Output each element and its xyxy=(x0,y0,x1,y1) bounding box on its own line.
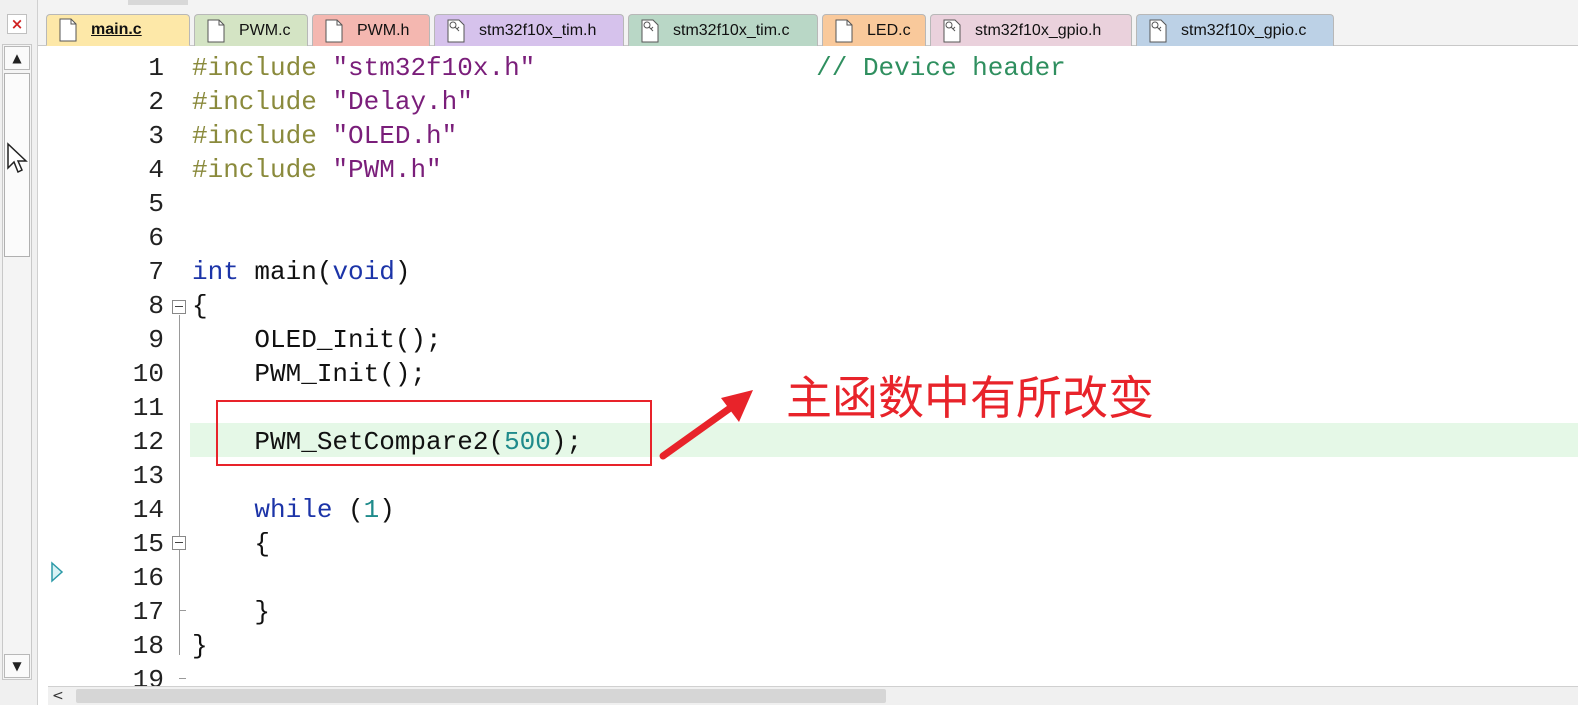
punctuation: ) xyxy=(379,495,395,525)
fold-end-marker xyxy=(179,678,186,679)
tab-led-c[interactable]: LED.c xyxy=(822,14,926,46)
mouse-cursor-icon xyxy=(7,142,28,174)
string-token: "PWM.h" xyxy=(332,155,442,185)
code-line: #include "PWM.h" xyxy=(192,155,442,185)
tab-bar-divider xyxy=(128,0,188,5)
scroll-up-button[interactable]: ▲ xyxy=(4,46,30,70)
type-keyword: void xyxy=(332,257,395,287)
comment-token: // Device header xyxy=(816,53,1066,83)
code-line: } xyxy=(192,631,208,661)
string-token: "stm32f10x.h" xyxy=(332,53,536,83)
preprocessor-token: #include xyxy=(192,87,333,117)
string-token: "OLED.h" xyxy=(332,121,458,151)
line-number: 14 xyxy=(132,495,164,525)
line-number: 5 xyxy=(148,189,164,219)
function-name: main( xyxy=(238,257,333,287)
tab-stm32f10x-tim-c[interactable]: stm32f10x_tim.c xyxy=(628,14,818,46)
number-literal: 1 xyxy=(363,495,380,525)
line-number: 3 xyxy=(148,121,164,151)
line-number: 15 xyxy=(132,529,164,559)
annotation-text: 主函数中有所改变 xyxy=(786,371,1154,425)
line-number: 1 xyxy=(148,53,164,83)
tab-label: stm32f10x_tim.c xyxy=(673,21,790,39)
code-line: #include "stm32f10x.h" // Device header xyxy=(192,53,1066,83)
close-panel-button[interactable]: × xyxy=(7,14,27,34)
line-number: 19 xyxy=(132,665,164,687)
line-number: 12 xyxy=(132,427,164,457)
project-panel-strip: × ▲ ▼ xyxy=(0,0,38,705)
file-icon xyxy=(59,18,77,42)
fold-toggle-main[interactable] xyxy=(172,300,186,314)
code-line: while (1) xyxy=(192,495,395,525)
fold-guide xyxy=(179,315,180,655)
line-number: 11 xyxy=(132,393,164,423)
line-number: 17 xyxy=(132,597,164,627)
tab-label: main.c xyxy=(91,21,142,38)
code-line: int main(void) xyxy=(192,257,410,287)
tab-label: LED.c xyxy=(867,21,911,39)
tab-main-c[interactable]: main.c xyxy=(46,14,190,46)
line-number: 7 xyxy=(148,257,164,287)
tab-label: stm32f10x_gpio.c xyxy=(1181,21,1307,39)
tab-label: PWM.h xyxy=(357,21,410,39)
code-line: #include "OLED.h" xyxy=(192,121,457,151)
scroll-down-button[interactable]: ▼ xyxy=(4,654,30,678)
preprocessor-token: #include xyxy=(192,53,333,83)
tab-pwm-h[interactable]: PWM.h xyxy=(312,14,430,46)
preprocessor-token: #include xyxy=(192,155,333,185)
tab-label: stm32f10x_gpio.h xyxy=(975,21,1102,39)
key-file-icon xyxy=(1149,19,1167,42)
tab-stm32f10x-gpio-c[interactable]: stm32f10x_gpio.c xyxy=(1136,14,1334,46)
line-number: 8 xyxy=(148,291,164,321)
line-number: 13 xyxy=(132,461,164,491)
key-file-icon xyxy=(641,19,659,42)
key-file-icon xyxy=(943,19,961,42)
line-number: 16 xyxy=(132,563,164,593)
current-position-marker-icon xyxy=(51,561,64,583)
line-number: 10 xyxy=(132,359,164,389)
fold-end-marker xyxy=(179,610,186,611)
tab-stm32f10x-gpio-h[interactable]: stm32f10x_gpio.h xyxy=(930,14,1132,46)
line-number: 4 xyxy=(148,155,164,185)
preprocessor-token: #include xyxy=(192,121,333,151)
key-file-icon xyxy=(447,19,465,42)
code-line: { xyxy=(192,291,208,321)
string-token: "Delay.h" xyxy=(332,87,473,117)
code-line: PWM_Init(); xyxy=(192,359,427,389)
line-number: 2 xyxy=(148,87,164,117)
line-number: 6 xyxy=(148,223,164,253)
tab-label: PWM.c xyxy=(239,21,291,39)
horizontal-scrollbar[interactable]: < xyxy=(48,686,1578,705)
line-number: 18 xyxy=(132,631,164,661)
fold-toggle-while[interactable] xyxy=(172,536,186,550)
line-number: 9 xyxy=(148,325,164,355)
tab-stm32f10x-tim-h[interactable]: stm32f10x_tim.h xyxy=(434,14,624,46)
code-line: OLED_Init(); xyxy=(192,325,442,355)
punctuation: ( xyxy=(332,495,364,525)
punctuation: ) xyxy=(394,257,411,287)
type-keyword: int xyxy=(192,257,239,287)
file-icon xyxy=(325,19,343,42)
annotation-arrow-icon xyxy=(659,390,753,460)
horizontal-scroll-thumb[interactable] xyxy=(76,689,886,703)
while-keyword: while xyxy=(192,495,333,525)
tab-pwm-c[interactable]: PWM.c xyxy=(194,14,308,46)
vertical-scrollbar[interactable]: ▲ ▼ xyxy=(2,44,32,680)
file-icon xyxy=(835,19,853,42)
code-line: { xyxy=(192,529,271,559)
file-icon xyxy=(207,19,225,42)
tab-label: stm32f10x_tim.h xyxy=(479,21,597,39)
scroll-left-button[interactable]: < xyxy=(52,688,64,704)
code-line: #include "Delay.h" xyxy=(192,87,473,117)
annotation-highlight-box xyxy=(216,400,652,466)
editor-tab-bar: main.c PWM.c PWM.h stm32f10x_tim.h stm32… xyxy=(38,0,1578,46)
code-line: } xyxy=(192,597,271,627)
